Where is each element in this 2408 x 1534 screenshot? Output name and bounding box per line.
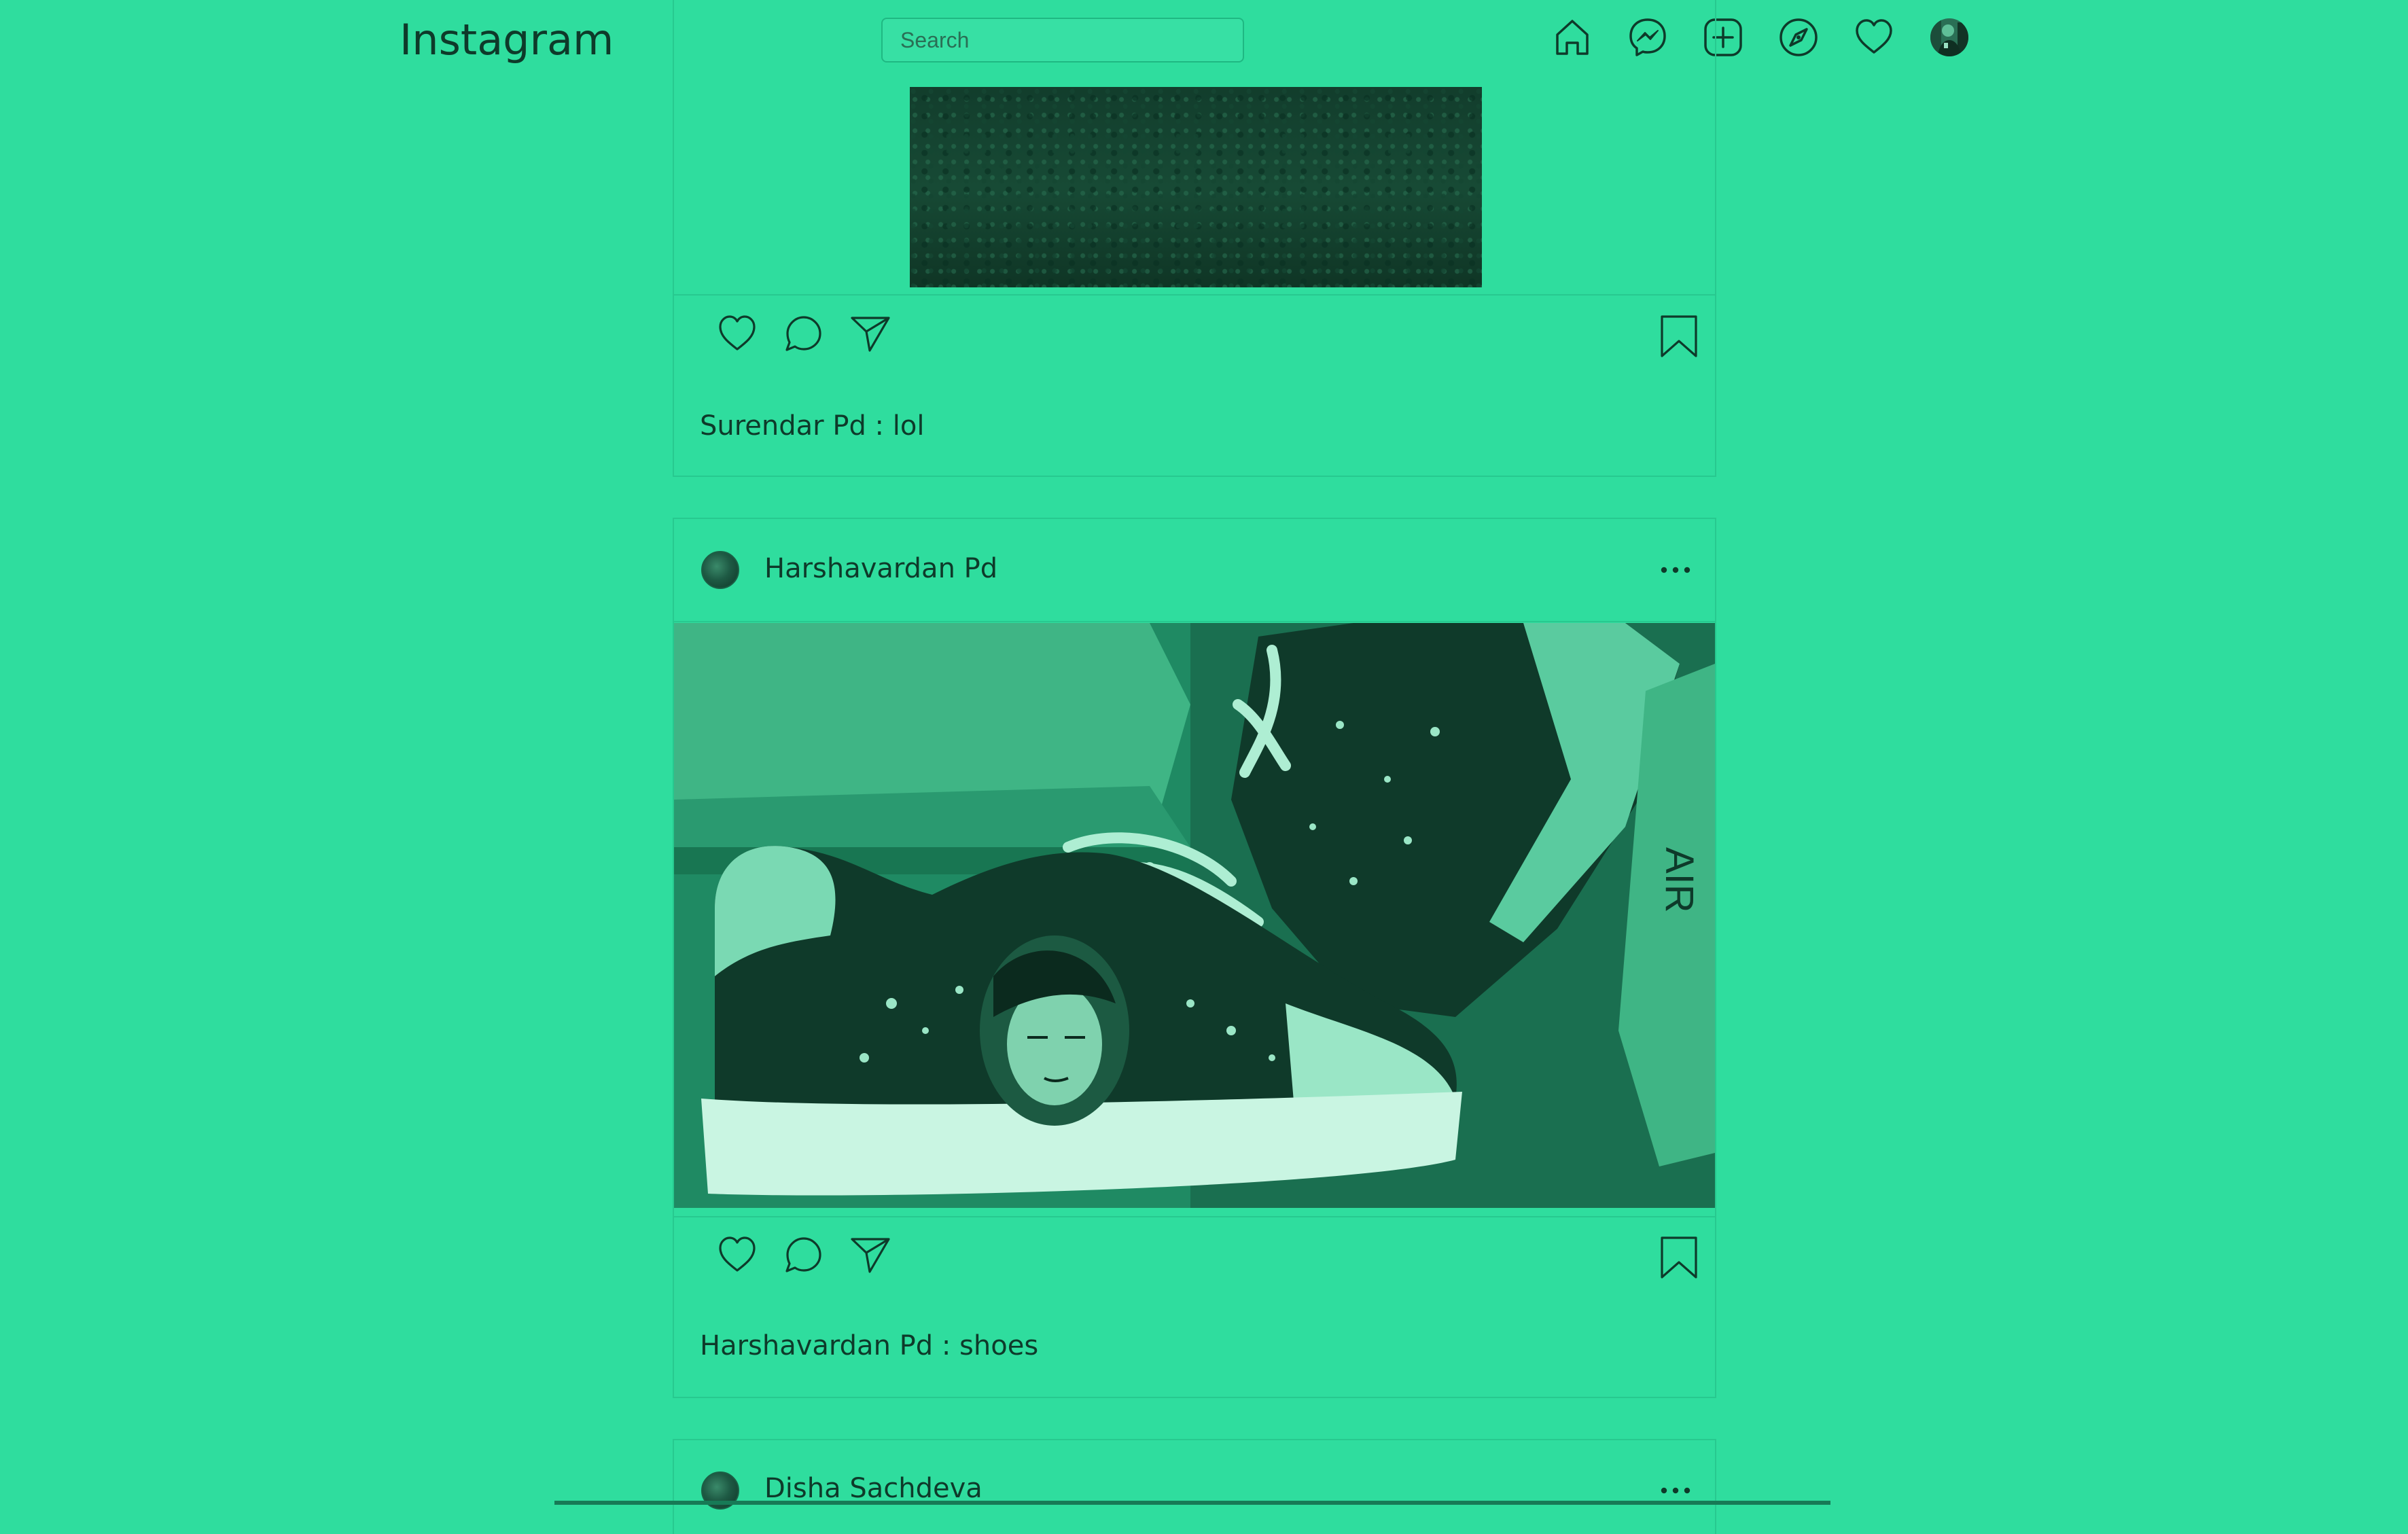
divider [673, 294, 1716, 296]
comment-icon[interactable] [781, 311, 826, 356]
app-logo[interactable]: Instagram [400, 15, 614, 65]
bookmark-icon[interactable] [1657, 314, 1701, 359]
divider [673, 1216, 1716, 1217]
like-heart-icon[interactable] [715, 1232, 760, 1277]
post-username[interactable]: Disha Sachdeva [764, 1473, 982, 1504]
shoe-image-text: AIR [1657, 847, 1701, 913]
bookmark-icon[interactable] [1657, 1235, 1701, 1280]
post-image[interactable]: AIR [674, 623, 1715, 1208]
post-image[interactable] [910, 87, 1482, 287]
avatar[interactable] [701, 551, 739, 589]
profile-avatar[interactable] [1928, 16, 1971, 59]
scrollbar-edge [554, 1501, 1830, 1505]
share-icon[interactable] [848, 1232, 893, 1277]
share-icon[interactable] [848, 311, 893, 356]
post-caption: Harshavardan Pd : shoes [700, 1330, 1039, 1361]
like-heart-icon[interactable] [715, 311, 760, 356]
activity-heart-icon[interactable] [1852, 16, 1896, 59]
comment-icon[interactable] [781, 1232, 826, 1277]
explore-icon[interactable] [1777, 16, 1820, 59]
post-username[interactable]: Harshavardan Pd [764, 553, 997, 584]
more-options-icon[interactable] [1659, 563, 1693, 577]
post-caption: Surendar Pd : lol [700, 410, 925, 442]
more-options-icon[interactable] [1659, 1484, 1693, 1497]
divider [673, 621, 1716, 622]
